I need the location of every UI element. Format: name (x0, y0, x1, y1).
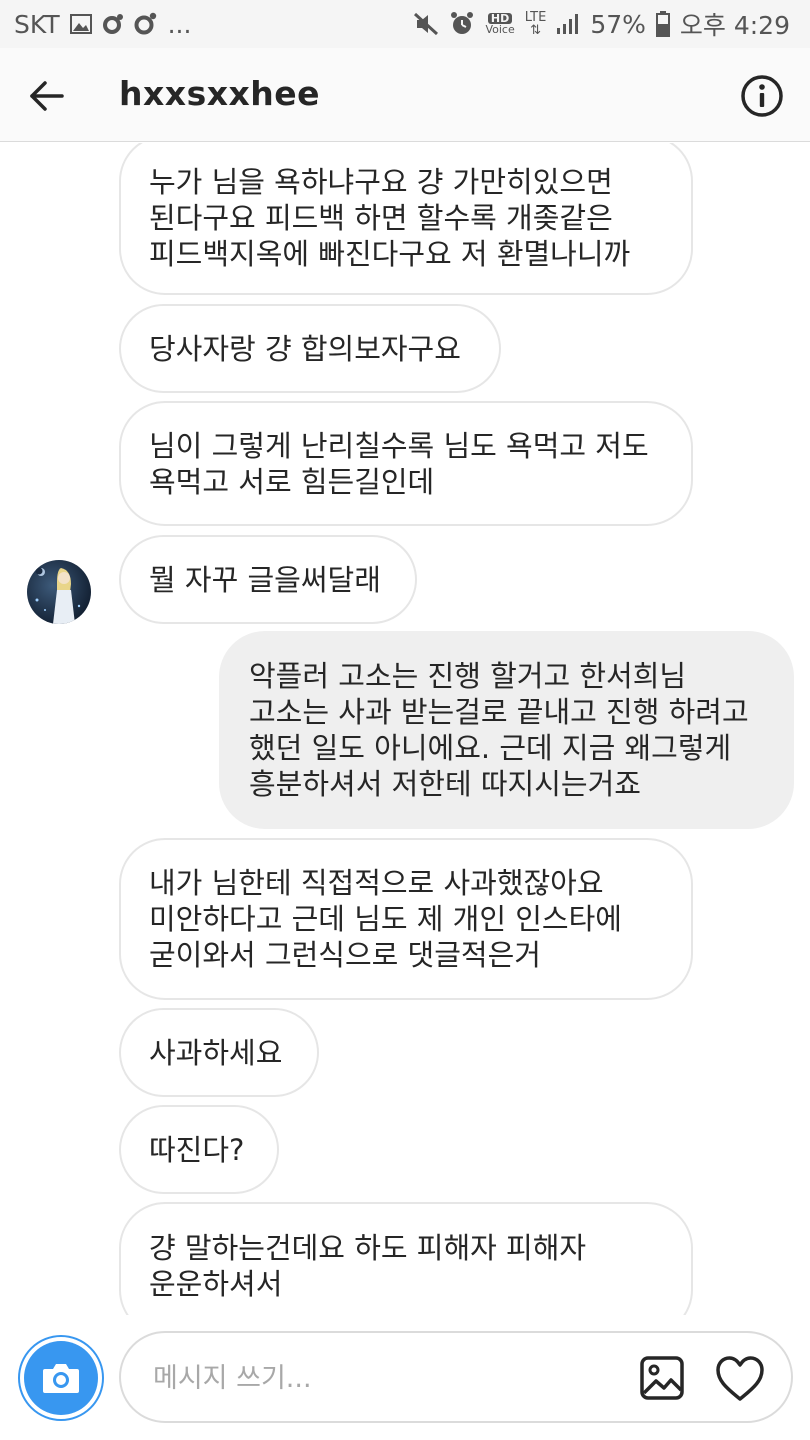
message-input-box (119, 1331, 793, 1423)
gallery-notification-icon (69, 14, 92, 34)
message-composer (0, 1315, 810, 1440)
hd-voice-icon: HD Voice (485, 12, 515, 36)
received-message[interactable]: 사과하세요 (119, 1008, 319, 1097)
camera-button[interactable] (18, 1335, 104, 1421)
camera-icon (43, 1364, 79, 1393)
chat-header: hxxsxxhee (0, 48, 810, 142)
chat-username[interactable]: hxxsxxhee (119, 74, 320, 113)
received-message[interactable]: 내가 님한테 직접적으로 사과했잖아요 미안하다고 근데 님도 제 개인 인스타… (119, 838, 693, 1000)
notification-dot-icon (102, 14, 123, 34)
message-input[interactable] (151, 1353, 625, 1403)
notification-dot-icon (134, 12, 156, 35)
received-message[interactable]: 당사자랑 걍 합의보자구요 (119, 304, 501, 393)
received-message[interactable]: 누가 님을 욕하냐구요 걍 가만히있으면 된다구요 피드백 하면 할수록 개좆같… (119, 143, 693, 295)
clock: 오후 4:29 (679, 11, 790, 40)
more-notifications: ... (167, 9, 192, 39)
received-message[interactable]: 걍 말하는건데요 하도 피해자 피해자 운운하셔서 (119, 1202, 693, 1315)
mute-icon (414, 12, 439, 36)
arrow-left-icon[interactable] (26, 76, 66, 116)
carrier-label: SKT (14, 9, 60, 39)
battery-icon (655, 11, 670, 37)
battery-percent: 57% (590, 9, 646, 39)
lte-icon: LTE ⇅ (524, 10, 547, 38)
status-bar: SKT ... HD Voice LTE ⇅ 57% 오후 4:29 (0, 0, 810, 48)
received-message[interactable]: 따진다? (119, 1105, 279, 1194)
signal-icon (557, 14, 579, 34)
received-message[interactable]: 뭘 자꾸 글을써달래 (119, 535, 417, 624)
sent-message[interactable]: 악플러 고소는 진행 할거고 한서희님 고소는 사과 받는걸로 끝내고 진행 하… (219, 631, 794, 829)
heart-icon[interactable] (715, 1355, 765, 1403)
alarm-icon (451, 12, 474, 34)
received-message[interactable]: 님이 그렇게 난리칠수록 님도 욕먹고 저도 욕먹고 서로 힘든길인데 (119, 401, 693, 526)
status-left: SKT ... (14, 10, 191, 39)
avatar[interactable] (27, 560, 91, 624)
image-icon[interactable] (639, 1355, 685, 1401)
status-right: HD Voice LTE ⇅ 57% 오후 4:29 (413, 6, 790, 42)
message-thread[interactable]: 누가 님을 욕하냐구요 걍 가만히있으면 된다구요 피드백 하면 할수록 개좆같… (0, 143, 810, 1315)
info-icon[interactable] (740, 74, 784, 118)
